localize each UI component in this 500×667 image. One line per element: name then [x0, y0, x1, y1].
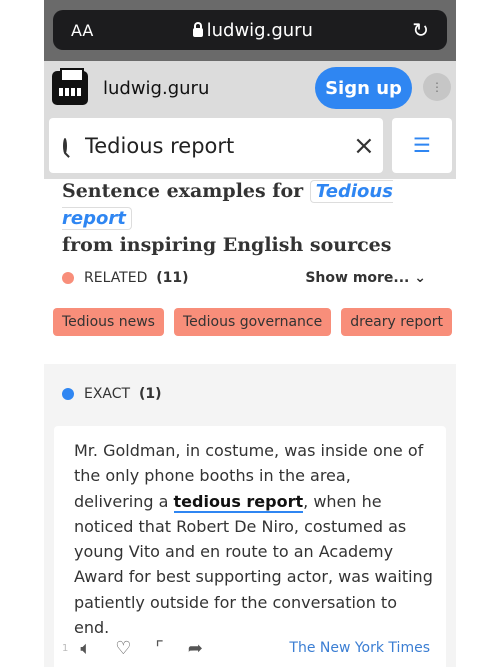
chip[interactable]: Tedious governance — [173, 308, 332, 336]
exact-count: (1) — [139, 386, 162, 402]
source-link[interactable]: The New York Times — [289, 640, 430, 656]
url[interactable]: ludwig.guru — [192, 19, 313, 41]
expand-icon[interactable]: ⌜ — [155, 638, 163, 659]
clear-icon[interactable]: × — [353, 131, 375, 161]
reload-icon[interactable]: ↻ — [412, 18, 429, 42]
result-index: 1 — [62, 643, 69, 654]
site-name[interactable]: ludwig.guru — [103, 78, 209, 99]
heart-icon[interactable]: ♡ — [115, 638, 131, 659]
speaker-icon[interactable]: 🔈︎ — [80, 638, 91, 659]
typewriter-logo-icon[interactable] — [52, 68, 88, 105]
share-icon[interactable]: ➦ — [188, 638, 203, 659]
exact-section-header: EXACT (1) — [62, 386, 162, 402]
search-icon — [63, 137, 67, 154]
page-title: Sentence examples for Tedious report from… — [62, 180, 393, 256]
url-bar[interactable]: AA ludwig.guru ↻ — [53, 10, 447, 50]
url-text: ludwig.guru — [206, 19, 313, 41]
chip[interactable]: Tedious news — [53, 308, 164, 336]
related-count: (11) — [156, 270, 189, 286]
example-card: Mr. Goldman, in costume, was inside one … — [54, 426, 446, 667]
browser-bar: AA ludwig.guru ↻ — [44, 0, 456, 61]
highlight: tedious report — [173, 491, 304, 513]
related-chips: Tedious news Tedious governance dreary r… — [53, 308, 456, 336]
exact-dot-icon — [62, 388, 74, 400]
more-menu-icon[interactable]: ⋮ — [423, 73, 451, 101]
related-dot-icon — [62, 272, 74, 284]
show-more-button[interactable]: Show more... ⌄ — [305, 270, 426, 286]
example-sentence: Mr. Goldman, in costume, was inside one … — [74, 441, 433, 638]
text-size-button[interactable]: AA — [71, 21, 93, 40]
site-header: ludwig.guru Sign up ⋮ × ☰ — [44, 61, 456, 179]
filter-sliders-icon[interactable]: ☰ — [392, 118, 452, 173]
search-input[interactable] — [85, 133, 353, 158]
exact-label: EXACT — [84, 386, 131, 402]
sign-up-button[interactable]: Sign up — [315, 67, 412, 109]
exact-section: EXACT (1) Mr. Goldman, in costume, was i… — [44, 364, 456, 667]
search-box: × — [49, 118, 383, 173]
card-actions: 1 🔈︎ ♡ ⌜ ➦ — [62, 638, 203, 659]
lock-icon — [192, 21, 203, 37]
chip[interactable]: dreary report — [341, 308, 453, 336]
related-label: RELATED — [84, 270, 148, 286]
related-section-header: RELATED (11) — [62, 270, 189, 286]
phone-screen: AA ludwig.guru ↻ ludwig.guru Sign up ⋮ ×… — [44, 0, 456, 667]
